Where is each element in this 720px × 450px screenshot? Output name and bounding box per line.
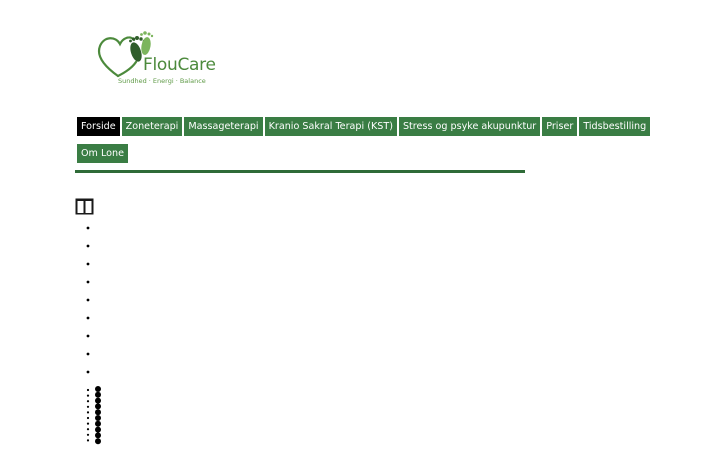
list-item-bullet xyxy=(86,280,90,284)
list-item-bullet xyxy=(86,400,90,403)
list-item-bullet xyxy=(86,422,90,425)
nested-list-bullet xyxy=(95,397,101,404)
nested-list-bullet xyxy=(95,438,101,445)
nested-list-bullet xyxy=(95,426,101,433)
list-item-bullet xyxy=(86,439,90,442)
nested-list-bullet xyxy=(95,403,101,410)
nested-list-bullet xyxy=(95,415,101,421)
list-item-bullet xyxy=(86,316,90,320)
list-item-bullet xyxy=(86,394,90,397)
list-item-bullet xyxy=(86,262,90,266)
list-item-bullet xyxy=(86,411,90,414)
nested-list-bullet xyxy=(95,409,101,416)
list-item-bullet xyxy=(86,244,90,248)
list-item-bullet xyxy=(86,370,90,374)
list-item-bullet xyxy=(86,226,90,230)
list-item-bullet xyxy=(86,428,90,431)
empty-bullet-list xyxy=(86,226,101,445)
nested-list-bullet xyxy=(95,420,101,427)
nested-list-bullet xyxy=(95,391,101,398)
list-item-bullet xyxy=(86,334,90,338)
nested-list-bullet xyxy=(95,432,101,439)
list-item-bullet xyxy=(86,416,90,420)
list-item-bullet xyxy=(86,405,90,408)
list-item-bullet xyxy=(86,388,90,392)
nested-list-bullets xyxy=(95,386,101,445)
list-bullets xyxy=(86,226,90,442)
list-item-bullet xyxy=(86,298,90,302)
list-item-bullet xyxy=(86,352,90,356)
list-item-bullet xyxy=(86,433,90,436)
nested-list-bullet xyxy=(95,386,101,392)
